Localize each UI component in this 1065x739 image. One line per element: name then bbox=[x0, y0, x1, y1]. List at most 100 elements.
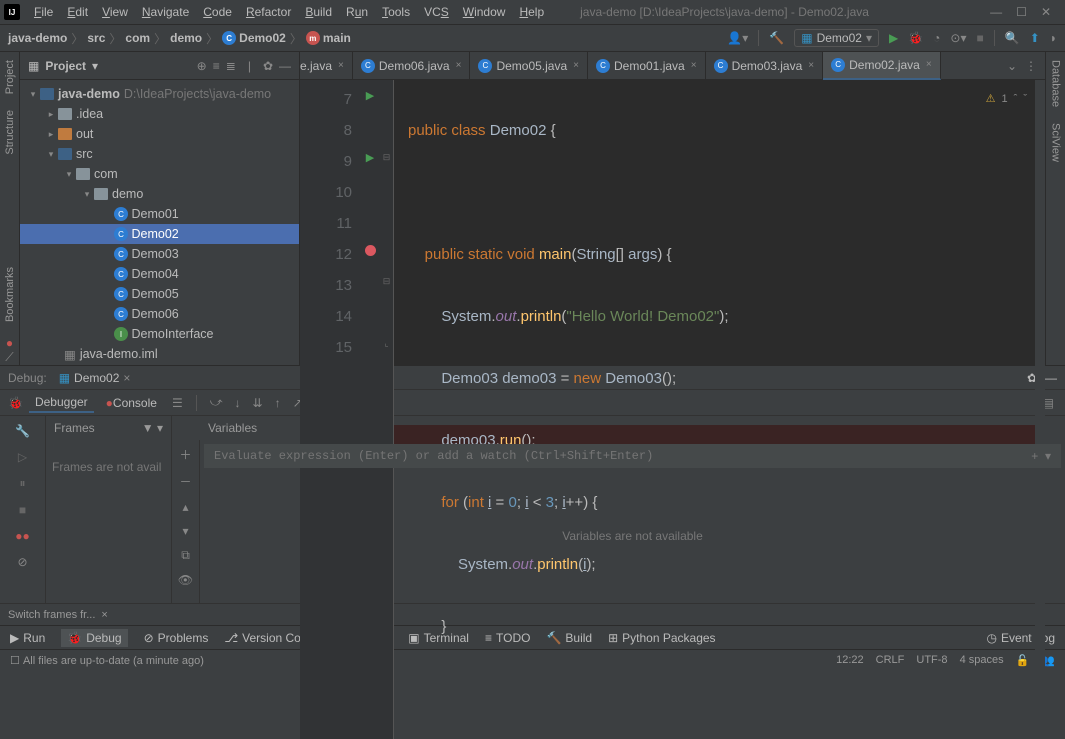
tree-out[interactable]: ▸out bbox=[20, 124, 299, 144]
tab-0[interactable]: e.java× bbox=[300, 52, 353, 80]
breakpoint-icon[interactable] bbox=[365, 245, 376, 256]
menu-build[interactable]: Build bbox=[299, 3, 338, 21]
close-button[interactable]: ✕ bbox=[1041, 5, 1051, 19]
menu-run[interactable]: Run bbox=[340, 3, 374, 21]
hide-icon[interactable]: — bbox=[279, 59, 291, 73]
tree-file-demo06[interactable]: C Demo06 bbox=[20, 304, 299, 324]
breadcrumb-class[interactable]: CDemo02 bbox=[222, 31, 286, 45]
debug-icon[interactable]: 🐞 bbox=[908, 31, 923, 45]
tab-4[interactable]: CDemo03.java× bbox=[706, 52, 824, 80]
status-icon[interactable]: ☐ bbox=[10, 654, 20, 667]
menu-window[interactable]: Window bbox=[457, 3, 512, 21]
stop-debug-icon[interactable]: ■ bbox=[19, 503, 26, 517]
threads-icon[interactable]: ☰ bbox=[169, 396, 186, 410]
right-tab-database[interactable]: Database bbox=[1048, 52, 1064, 115]
menu-code[interactable]: Code bbox=[197, 3, 238, 21]
stop-icon[interactable]: ■ bbox=[976, 31, 983, 45]
tree-file-demo05[interactable]: C Demo05 bbox=[20, 284, 299, 304]
tree-file-demo04[interactable]: C Demo04 bbox=[20, 264, 299, 284]
tab-2[interactable]: CDemo05.java× bbox=[470, 52, 588, 80]
filter-icon[interactable]: ▼ bbox=[142, 421, 154, 435]
line-gutter[interactable]: 789101112131415 bbox=[300, 80, 360, 739]
tab-dropdown-icon[interactable]: ⌄ bbox=[1007, 59, 1017, 73]
tree-file-demo03[interactable]: C Demo03 bbox=[20, 244, 299, 264]
locate-icon[interactable]: ⊕ bbox=[197, 59, 207, 73]
menu-file[interactable]: File bbox=[28, 3, 59, 21]
add-watch-icon[interactable]: ＋ bbox=[179, 446, 191, 463]
run-line-icon[interactable]: ▶ bbox=[366, 151, 374, 164]
pause-icon[interactable]: ⏸ bbox=[19, 476, 25, 491]
breadcrumb-project[interactable]: java-demo bbox=[8, 31, 67, 45]
bottom-debug[interactable]: 🐞 Debug bbox=[61, 629, 127, 647]
close-icon[interactable]: × bbox=[926, 59, 932, 70]
up-icon[interactable]: ▴ bbox=[182, 500, 188, 514]
icon-gutter[interactable]: ▶ ▶ bbox=[360, 80, 380, 739]
resume-icon[interactable]: ▷ bbox=[18, 450, 27, 464]
project-select-icon[interactable]: ▦ bbox=[28, 59, 39, 73]
left-tab-bookmarks[interactable]: Bookmarks bbox=[2, 259, 18, 330]
ide-icon[interactable]: ◗ bbox=[1050, 31, 1057, 45]
tree-demo[interactable]: ▾demo bbox=[20, 184, 299, 204]
bottom-run[interactable]: ▶ Run bbox=[10, 631, 45, 645]
update-icon[interactable]: ⬆ bbox=[1030, 31, 1040, 45]
wrench-icon[interactable]: 🔧 bbox=[15, 424, 30, 438]
breadcrumb-demo[interactable]: demo bbox=[170, 31, 202, 45]
editor-scrollbar[interactable] bbox=[1035, 80, 1045, 739]
debug-hide-icon[interactable]: — bbox=[1045, 371, 1057, 385]
evaluate-input[interactable]: + ▾ bbox=[204, 444, 1061, 468]
add-icon[interactable]: + bbox=[1031, 449, 1038, 463]
settings-icon[interactable]: ✿ bbox=[263, 59, 273, 73]
menu-edit[interactable]: Edit bbox=[61, 3, 94, 21]
run-config-selector[interactable]: ▦Demo02 ▾ bbox=[794, 29, 879, 47]
menu-vcs[interactable]: VCS bbox=[418, 3, 455, 21]
expand-eval-icon[interactable]: ▾ bbox=[1045, 449, 1051, 463]
menu-tools[interactable]: Tools bbox=[376, 3, 416, 21]
menu-view[interactable]: View bbox=[96, 3, 134, 21]
profile-icon[interactable]: ⊙▾ bbox=[950, 31, 966, 45]
close-icon[interactable]: × bbox=[101, 609, 107, 621]
tree-file-interface[interactable]: I DemoInterface bbox=[20, 324, 299, 344]
tree-iml[interactable]: ▦java-demo.iml bbox=[20, 344, 299, 364]
down-icon[interactable]: ▾ bbox=[182, 524, 188, 538]
left-tab-structure[interactable]: Structure bbox=[2, 102, 18, 163]
run-icon[interactable]: ▶ bbox=[889, 31, 898, 45]
expand-icon[interactable]: ≡ bbox=[213, 59, 220, 73]
switch-frames-tab[interactable]: Switch frames fr... bbox=[8, 609, 95, 621]
tree-idea[interactable]: ▸.idea bbox=[20, 104, 299, 124]
step-out-icon[interactable]: ↑ bbox=[272, 396, 284, 410]
bottom-problems[interactable]: ⊘ Problems bbox=[144, 631, 209, 645]
build-icon[interactable]: 🔨 bbox=[769, 31, 784, 45]
breadcrumb-method[interactable]: mmain bbox=[306, 31, 351, 45]
view-icon[interactable]: 👁 bbox=[178, 573, 193, 587]
minimize-button[interactable]: — bbox=[990, 5, 1002, 19]
step-over-icon[interactable]: ⤻ bbox=[207, 395, 226, 410]
copy-icon[interactable]: ⧉ bbox=[181, 548, 190, 563]
user-icon[interactable]: 👤▾ bbox=[727, 31, 748, 45]
tree-com[interactable]: ▾com bbox=[20, 164, 299, 184]
bookmark-icon[interactable]: ● bbox=[6, 336, 13, 350]
menu-navigate[interactable]: Navigate bbox=[136, 3, 195, 21]
project-dropdown-icon[interactable]: ▾ bbox=[92, 59, 98, 73]
right-tab-sciview[interactable]: SciView bbox=[1048, 115, 1064, 170]
tab-3[interactable]: CDemo01.java× bbox=[588, 52, 706, 80]
fold-gutter[interactable]: ⊟⊟⌞ bbox=[380, 80, 394, 739]
bookmark-icon-2[interactable]: ⟋ bbox=[5, 350, 13, 365]
tab-more-icon[interactable]: ⋮ bbox=[1025, 59, 1037, 73]
search-icon[interactable]: 🔍 bbox=[1005, 31, 1020, 45]
step-into-icon[interactable]: ↓ bbox=[232, 396, 244, 410]
remove-watch-icon[interactable]: － bbox=[179, 473, 191, 490]
breakpoints-icon[interactable]: ●● bbox=[15, 529, 30, 543]
coverage-icon[interactable]: ◔ bbox=[933, 31, 940, 45]
evaluate-field[interactable] bbox=[214, 449, 1031, 463]
close-icon[interactable]: × bbox=[338, 60, 344, 71]
run-line-icon[interactable]: ▶ bbox=[366, 89, 374, 102]
tree-file-demo02[interactable]: C Demo02 bbox=[20, 224, 299, 244]
force-step-icon[interactable]: ⇊ bbox=[250, 396, 266, 410]
tree-src[interactable]: ▾src bbox=[20, 144, 299, 164]
breadcrumb-com[interactable]: com bbox=[125, 31, 150, 45]
frames-dropdown-icon[interactable]: ▾ bbox=[157, 421, 163, 435]
inspection-badge[interactable]: ⚠1 ˆ ˇ bbox=[986, 84, 1027, 115]
left-tab-project[interactable]: Project bbox=[2, 52, 18, 102]
tree-root[interactable]: ▾ java-demoD:\IdeaProjects\java-demo bbox=[20, 84, 299, 104]
tab-5[interactable]: CDemo02.java× bbox=[823, 52, 941, 80]
